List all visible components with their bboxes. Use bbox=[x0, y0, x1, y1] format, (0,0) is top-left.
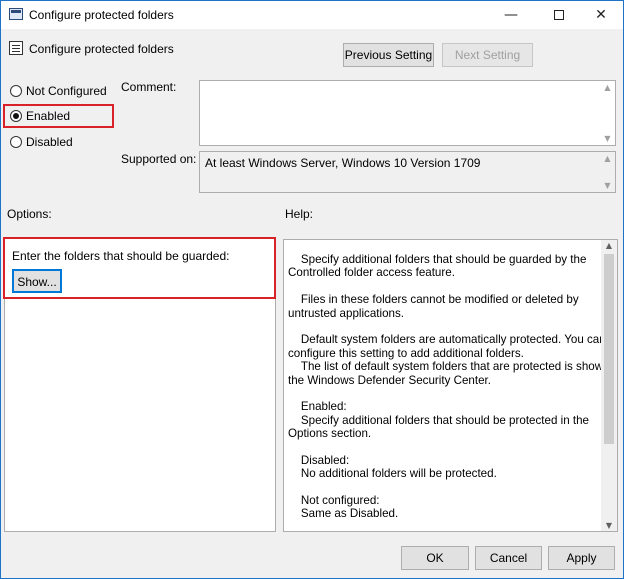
help-line bbox=[288, 320, 603, 333]
close-button[interactable]: ✕ bbox=[579, 1, 623, 29]
next-setting-button[interactable]: Next Setting bbox=[442, 43, 533, 67]
scroll-down-icon[interactable]: ▼ bbox=[600, 134, 615, 143]
help-line: Disabled: bbox=[288, 453, 350, 467]
help-line bbox=[288, 280, 603, 293]
scroll-up-icon[interactable]: ▲ bbox=[600, 83, 615, 92]
help-line: untrusted applications. bbox=[288, 306, 405, 320]
supported-on-label: Supported on: bbox=[121, 152, 197, 166]
radio-disabled[interactable]: Disabled bbox=[10, 135, 73, 149]
help-line: the Windows Defender Security Center. bbox=[288, 373, 491, 387]
scroll-thumb[interactable] bbox=[604, 254, 614, 444]
help-line: configure this setting to add additional… bbox=[288, 346, 524, 360]
scroll-up-icon[interactable]: ▲ bbox=[600, 154, 615, 163]
help-line: Files in these folders cannot be modifie… bbox=[288, 293, 579, 307]
title-bar[interactable]: Configure protected folders — ✕ bbox=[1, 1, 623, 29]
maximize-icon bbox=[554, 10, 564, 20]
scroll-down-icon[interactable]: ▼ bbox=[600, 181, 615, 190]
radio-button[interactable] bbox=[10, 136, 22, 148]
dialog-window: Configure protected folders — ✕ Configur… bbox=[0, 0, 624, 579]
help-line: No additional folders will be protected. bbox=[288, 467, 497, 481]
highlight-box-options bbox=[3, 237, 276, 299]
radio-not-configured[interactable]: Not Configured bbox=[10, 84, 107, 98]
radio-label: Not Configured bbox=[26, 84, 107, 98]
cancel-button[interactable]: Cancel bbox=[475, 546, 542, 570]
policy-name: Configure protected folders bbox=[29, 42, 174, 56]
help-panel: Specify additional folders that should b… bbox=[283, 239, 618, 532]
help-scrollbar[interactable]: ▲ ▼ bbox=[601, 240, 617, 531]
window-title: Configure protected folders bbox=[29, 8, 174, 22]
app-icon bbox=[9, 8, 23, 20]
options-label: Options: bbox=[7, 207, 52, 221]
help-line: Same as Disabled. bbox=[288, 507, 399, 521]
minimize-button[interactable]: — bbox=[489, 1, 533, 29]
radio-button[interactable] bbox=[10, 85, 22, 97]
apply-button[interactable]: Apply bbox=[548, 546, 615, 570]
help-line: Enabled: bbox=[288, 400, 347, 414]
supported-on-value: At least Windows Server, Windows 10 Vers… bbox=[205, 156, 481, 170]
help-text: Specify additional folders that should b… bbox=[288, 253, 618, 521]
comment-textarea[interactable]: ▲ ▼ bbox=[199, 80, 616, 146]
comment-label: Comment: bbox=[121, 80, 177, 94]
help-line: Default system folders are automatically… bbox=[288, 333, 606, 347]
highlight-box-enabled bbox=[3, 104, 114, 128]
help-line bbox=[288, 481, 603, 494]
help-line bbox=[288, 387, 603, 400]
supported-scrollbar[interactable]: ▲ ▼ bbox=[600, 152, 615, 192]
supported-on-field: At least Windows Server, Windows 10 Vers… bbox=[199, 151, 616, 193]
help-label: Help: bbox=[285, 207, 314, 221]
help-line bbox=[288, 440, 603, 453]
help-line: Specify additional folders that should b… bbox=[288, 413, 589, 427]
maximize-button[interactable] bbox=[537, 1, 581, 29]
help-line: The list of default system folders that … bbox=[288, 360, 618, 374]
help-line: Options section. bbox=[288, 427, 372, 441]
scroll-up-icon[interactable]: ▲ bbox=[601, 241, 617, 250]
comment-scrollbar[interactable]: ▲ ▼ bbox=[600, 81, 615, 145]
help-line: Specify additional folders that should b… bbox=[288, 253, 587, 266]
previous-setting-button[interactable]: Previous Setting bbox=[343, 43, 434, 67]
help-line: Controlled folder access feature. bbox=[288, 266, 455, 280]
help-line: Not configured: bbox=[288, 494, 380, 508]
ok-button[interactable]: OK bbox=[401, 546, 469, 570]
policy-icon bbox=[9, 41, 23, 55]
scroll-down-icon[interactable]: ▼ bbox=[601, 521, 617, 530]
radio-label: Disabled bbox=[26, 135, 73, 149]
